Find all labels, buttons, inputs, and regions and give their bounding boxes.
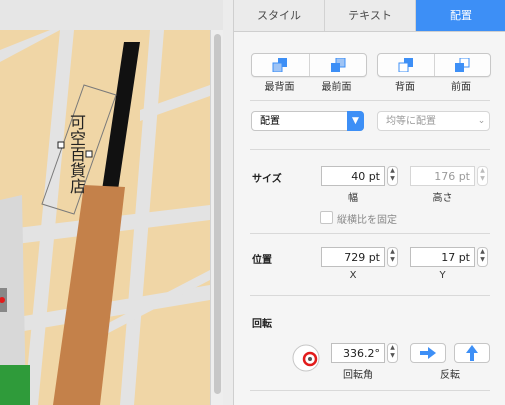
selection-handle[interactable] (85, 150, 93, 158)
constrain-proportions-label: 縦横比を固定 (337, 215, 397, 226)
align-popup-value: 配置 (260, 116, 280, 127)
map-image[interactable]: 可空百貨店 (0, 30, 210, 405)
tab-style[interactable]: スタイル (234, 0, 325, 31)
railway-line (102, 42, 140, 190)
chevron-down-icon: ▼ (347, 111, 364, 131)
y-field[interactable]: 17 pt (410, 247, 475, 267)
canvas-top-margin (0, 0, 223, 30)
divider (250, 100, 490, 101)
height-stepper[interactable]: ▲ ▼ (477, 166, 488, 186)
canvas-scrollbar[interactable] (210, 30, 223, 405)
layer-order-segment (251, 53, 367, 77)
stepper-icon: ▲ ▼ (390, 248, 395, 263)
distribute-popup-value: 均等に配置 (386, 116, 436, 127)
position-section-title: 位置 (252, 255, 272, 266)
y-label: Y (439, 270, 446, 281)
x-stepper[interactable]: ▲ ▼ (387, 247, 398, 267)
width-field[interactable]: 40 pt (321, 166, 385, 186)
inspector-tabs: スタイル テキスト 配置 (234, 0, 505, 32)
divider (250, 149, 490, 150)
bring-to-front-label: 最前面 (321, 82, 352, 93)
tab-arrange[interactable]: 配置 (416, 0, 505, 31)
bring-forward-icon (455, 58, 470, 72)
map-drawing (0, 30, 210, 405)
tab-text[interactable]: テキスト (325, 0, 416, 31)
rotation-angle-label: 回転角 (343, 370, 373, 381)
send-backward-icon (398, 58, 413, 72)
document-canvas[interactable]: 可空百貨店 (0, 0, 223, 405)
x-label: X (349, 270, 357, 281)
size-section-title: サイズ (252, 174, 282, 185)
x-field[interactable]: 729 pt (321, 247, 385, 267)
road (0, 30, 60, 62)
rotate-section-title: 回転 (252, 319, 272, 330)
bring-to-front-icon (330, 58, 346, 72)
divider (250, 390, 490, 391)
send-to-back-icon (272, 58, 288, 72)
flip-horizontal-icon (420, 347, 436, 359)
flip-label: 反転 (440, 370, 460, 381)
stepper-icon: ▲ ▼ (390, 344, 395, 359)
format-inspector: スタイル テキスト 配置 最背面 最前面 背面 前面 配置 ▼ 均等に配置 ⌄ … (233, 0, 505, 405)
rotation-wheel-icon (292, 344, 320, 372)
send-backward-button[interactable] (378, 54, 434, 76)
height-field[interactable]: 176 pt (410, 166, 475, 186)
shape-text[interactable]: 可空百貨店 (62, 114, 86, 194)
divider (250, 295, 490, 296)
align-popup[interactable]: 配置 ▼ (251, 111, 364, 131)
park-area (0, 365, 30, 405)
layer-step-segment (377, 53, 491, 77)
width-label: 幅 (348, 193, 358, 204)
flip-horizontal-button[interactable] (410, 343, 446, 363)
divider (250, 233, 490, 234)
distribute-popup[interactable]: 均等に配置 ⌄ (377, 111, 490, 131)
station-building (53, 185, 125, 405)
chevron-down-icon: ⌄ (477, 116, 486, 126)
height-label: 高さ (432, 193, 453, 204)
bring-to-front-button[interactable] (308, 54, 367, 76)
rotation-angle-stepper[interactable]: ▲ ▼ (387, 343, 398, 363)
send-to-back-label: 最背面 (264, 82, 295, 93)
stepper-icon: ▲ ▼ (390, 167, 395, 182)
bring-forward-label: 前面 (451, 82, 471, 93)
send-to-back-button[interactable] (252, 54, 309, 76)
flip-vertical-button[interactable] (454, 343, 490, 363)
stepper-icon: ▲ ▼ (480, 248, 485, 263)
stepper-icon: ▲ ▼ (480, 167, 485, 182)
scrollbar-thumb[interactable] (214, 34, 221, 394)
constrain-proportions-checkbox[interactable] (320, 211, 333, 224)
rotation-angle-field[interactable]: 336.2° (331, 343, 385, 363)
width-stepper[interactable]: ▲ ▼ (387, 166, 398, 186)
y-stepper[interactable]: ▲ ▼ (477, 247, 488, 267)
bring-forward-button[interactable] (433, 54, 491, 76)
send-backward-label: 背面 (395, 82, 415, 93)
rotation-wheel[interactable] (291, 343, 321, 373)
flip-vertical-icon (466, 345, 478, 361)
